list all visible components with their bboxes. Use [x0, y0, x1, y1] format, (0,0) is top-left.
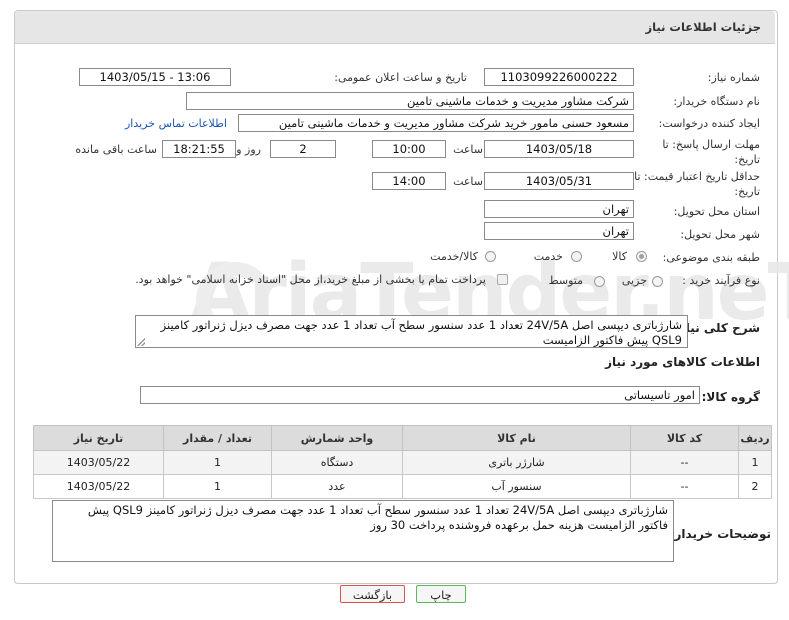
announce-field: 1403/05/15 - 13:06 [79, 68, 231, 86]
process-radio-medium[interactable] [594, 276, 605, 287]
buyer-org-field: شرکت مشاور مدیریت و خدمات ماشینی تامین [186, 92, 634, 110]
city-label: شهر محل تحویل: [680, 228, 760, 241]
contact-info-link[interactable]: اطلاعات تماس خریدار [125, 117, 227, 130]
cell-qty: 1 [163, 450, 272, 475]
process-option-medium: متوسط [548, 274, 583, 287]
process-label: نوع فرآیند خرید : [682, 274, 760, 287]
reply-time-field: 10:00 [372, 140, 446, 158]
col-date: تاریخ نیاز [33, 425, 164, 451]
cell-code: -- [630, 450, 739, 475]
table-header-row: ردیف کد کالا نام کالا واحد شمارش تعداد /… [33, 425, 772, 451]
buyer-notes-textarea: شارژباتری دیپسی اصل 24V/5A تعداد 1 عدد س… [52, 500, 674, 562]
remaining-label: ساعت باقی مانده [75, 143, 157, 156]
remaining-time-field: 18:21:55 [162, 140, 236, 158]
back-button[interactable]: بازگشت [340, 585, 405, 603]
price-time-field: 14:00 [372, 172, 446, 190]
goods-info-title: اطلاعات کالاهای مورد نیاز [605, 355, 760, 369]
price-date-field: 1403/05/31 [484, 172, 634, 190]
category-radio-goods-service[interactable] [485, 251, 496, 262]
table-row[interactable]: 1 -- شارژر باتری دستگاه 1 1403/05/22 [33, 450, 772, 475]
summary-textarea: شارژباتری دیپسی اصل 24V/5A تعداد 1 عدد س… [135, 315, 688, 348]
print-button[interactable]: چاپ [416, 585, 466, 603]
reply-date-field: 1403/05/18 [484, 140, 634, 158]
panel-title: جزئیات اطلاعات نیاز [645, 20, 761, 34]
category-radio-service[interactable] [571, 251, 582, 262]
col-qty: تعداد / مقدار [163, 425, 272, 451]
creator-label: ایجاد کننده درخواست: [658, 117, 760, 130]
province-label: استان محل تحویل: [673, 205, 760, 218]
announce-label: تاریخ و ساعت اعلان عمومی: [334, 71, 467, 84]
province-field: تهران [484, 200, 634, 218]
buyer-notes-text: شارژباتری دیپسی اصل 24V/5A تعداد 1 عدد س… [87, 503, 668, 532]
goods-group-label: گروه کالا: [701, 390, 760, 404]
need-number-field: 1103099226000222 [484, 68, 634, 86]
category-option-goods-service: کالا/خدمت [430, 250, 478, 263]
summary-text: شارژباتری دیپسی اصل 24V/5A تعداد 1 عدد س… [160, 318, 682, 347]
price-time-label: ساعت [453, 175, 483, 188]
reply-time-label: ساعت [453, 143, 483, 156]
cell-row: 1 [738, 450, 772, 475]
cell-row: 2 [738, 474, 772, 499]
category-option-goods: کالا [612, 250, 627, 263]
city-field: تهران [484, 222, 634, 240]
buyer-notes-label: توضیحات خریدار: [669, 527, 771, 541]
table-row[interactable]: 2 -- سنسور آب عدد 1 1403/05/22 [33, 474, 772, 499]
col-row: ردیف [738, 425, 772, 451]
category-label: طبقه بندی موضوعی: [662, 251, 760, 264]
col-unit: واحد شمارش [271, 425, 403, 451]
category-option-service: خدمت [533, 250, 563, 263]
cell-name: شارژر باتری [402, 450, 631, 475]
panel-header: جزئیات اطلاعات نیاز [15, 11, 775, 44]
cell-unit: دستگاه [271, 450, 403, 475]
process-option-minor: جزیی [621, 274, 647, 287]
goods-table: ردیف کد کالا نام کالا واحد شمارش تعداد /… [33, 425, 772, 499]
cell-unit: عدد [271, 474, 403, 499]
days-label: روز و [236, 143, 261, 156]
price-validity-label: حداقل تاریخ اعتبار قیمت: تا تاریخ: [634, 170, 760, 198]
days-field: 2 [270, 140, 336, 158]
reply-deadline-label: مهلت ارسال پاسخ: تا تاریخ: [662, 138, 760, 166]
category-radio-goods[interactable] [636, 251, 647, 262]
cell-date: 1403/05/22 [33, 450, 164, 475]
buyer-org-label: نام دستگاه خریدار: [673, 95, 760, 108]
cell-name: سنسور آب [402, 474, 631, 499]
creator-field: مسعود حسنی مامور خرید شرکت مشاور مدیریت … [238, 114, 634, 132]
goods-group-field: امور تاسیساتی [140, 386, 700, 404]
process-radio-minor[interactable] [652, 276, 663, 287]
col-code: کد کالا [630, 425, 739, 451]
cell-qty: 1 [163, 474, 272, 499]
resize-grip-icon[interactable] [137, 338, 145, 346]
treasury-checkbox[interactable] [497, 274, 508, 285]
cell-code: -- [630, 474, 739, 499]
cell-date: 1403/05/22 [33, 474, 164, 499]
payment-note: پرداخت تمام یا بخشی از مبلغ خرید،از محل … [135, 273, 486, 286]
need-number-label: شماره نیاز: [707, 71, 760, 84]
col-name: نام کالا [402, 425, 631, 451]
